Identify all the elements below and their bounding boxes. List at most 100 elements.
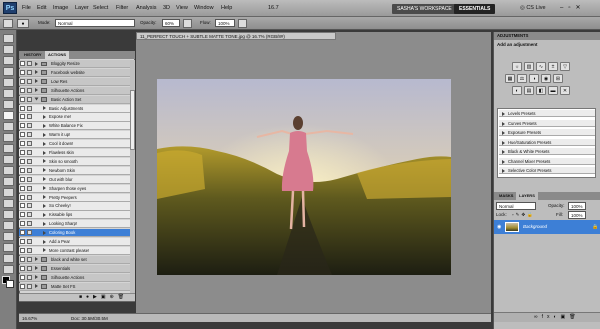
dialog-toggle[interactable] [27,141,32,147]
preset-row[interactable]: Curves Presets [499,119,595,127]
toggle-checkbox[interactable] [20,221,25,227]
window-controls[interactable]: –▫✕ [560,4,586,11]
blend-mode-select[interactable]: Normal [496,202,536,210]
expand-arrow-icon[interactable] [43,168,46,173]
action-row[interactable]: Add a Pear [19,238,130,247]
menu-window[interactable]: Window [194,5,214,11]
dialog-toggle[interactable] [27,247,32,253]
toggle-checkbox[interactable] [20,69,25,75]
actions-scrollbar[interactable] [130,60,135,293]
dialog-toggle[interactable] [27,132,32,138]
flow-field[interactable]: 100% [215,19,235,27]
eraser-tool-icon[interactable] [3,144,14,153]
action-set-row[interactable]: Basic Action Set [19,95,130,104]
status-zoom[interactable]: 16.67% [22,314,37,323]
menu-layer[interactable]: Layer [75,5,89,11]
opacity-field[interactable]: 60% [162,19,180,27]
action-row[interactable]: Newborn Skin [19,166,130,175]
marquee-tool-icon[interactable] [3,45,14,54]
toggle-checkbox[interactable] [20,265,25,271]
expand-arrow-icon[interactable] [43,132,46,137]
toggle-checkbox[interactable] [20,239,25,244]
preset-row[interactable]: Channel Mixer Presets [499,157,595,165]
action-set-row[interactable]: Silhouette Actions [19,86,130,95]
toggle-checkbox[interactable] [20,256,25,262]
hand-tool-icon[interactable] [3,254,14,263]
essentials-button[interactable]: ESSENTIALS [454,4,496,14]
hue-saturation-adjustment-icon[interactable]: ▦ [505,74,515,83]
levels-adjustment-icon[interactable]: ▥ [524,62,534,71]
expand-arrow-icon[interactable] [43,106,46,110]
expand-arrow-icon[interactable] [43,141,46,146]
dialog-toggle[interactable] [27,283,32,289]
dialog-toggle[interactable] [27,96,32,102]
action-row[interactable]: Basic Adjustments [19,104,130,113]
dialog-toggle[interactable] [27,274,32,280]
posterize-adjustment-icon[interactable]: ▤ [524,86,534,95]
healing-brush-tool-icon[interactable] [3,100,14,109]
toggle-checkbox[interactable] [20,203,25,209]
brightness-adjustment-icon[interactable]: ☼ [512,62,522,71]
action-row[interactable]: More contrast please! [19,246,130,256]
3d-rotate-tool-icon[interactable] [3,232,14,241]
document-tab[interactable]: 11_PERFECT TOUCH + SUBTLE MATTE TONE.jpg… [136,32,336,40]
preset-row[interactable]: Hue/Saturation Presets [499,138,595,146]
action-set-row[interactable]: Silhouette Actions [19,273,130,282]
gradient-tool-icon[interactable] [3,155,14,164]
dialog-toggle[interactable] [27,194,32,200]
dialog-toggle[interactable] [27,239,32,244]
action-row[interactable]: Warm it up! [19,131,130,140]
threshold-adjustment-icon[interactable]: ◧ [536,86,546,95]
expand-arrow-icon[interactable] [43,248,46,253]
expand-arrow-icon[interactable] [34,97,39,101]
action-set-row[interactable]: Bloggity Resize [19,60,130,69]
dialog-toggle[interactable] [27,256,32,262]
dialog-toggle[interactable] [27,212,32,218]
pressure-opacity-icon[interactable] [183,19,192,28]
toggle-checkbox[interactable] [20,158,25,164]
menu-filter[interactable]: Filter [116,5,128,11]
dodge-tool-icon[interactable] [3,177,14,186]
action-row[interactable]: Cool it down! [19,140,130,149]
move-tool-icon[interactable] [3,34,14,43]
menu-image[interactable]: Image [53,5,68,11]
dialog-toggle[interactable] [27,167,32,173]
expand-arrow-icon[interactable] [43,203,46,208]
toggle-checkbox[interactable] [20,176,25,182]
toggle-checkbox[interactable] [20,141,25,147]
expand-arrow-icon[interactable] [43,212,46,217]
exposure-adjustment-icon[interactable]: ± [548,62,558,71]
workspace-button[interactable]: SASHA'S WORKSPACE [392,4,457,14]
dialog-toggle[interactable] [27,69,32,75]
fill-field[interactable]: 100% [568,211,586,219]
toggle-checkbox[interactable] [20,96,25,102]
3d-orbit-tool-icon[interactable] [3,243,14,252]
brush-tool-icon[interactable] [3,19,13,28]
tab-history[interactable]: HISTORY [21,51,45,59]
action-row[interactable]: Flawless skin [19,149,130,158]
gradient-map-adjustment-icon[interactable]: ▬ [548,86,558,95]
toggle-checkbox[interactable] [20,123,25,129]
pen-tool-icon[interactable] [3,188,14,197]
brush-size-icon[interactable]: ● [17,19,29,28]
blur-tool-icon[interactable] [3,166,14,175]
photo-canvas[interactable] [157,79,451,275]
expand-arrow-icon[interactable] [43,114,46,119]
toggle-checkbox[interactable] [20,230,25,236]
expand-arrow-icon[interactable] [43,177,46,182]
dialog-toggle[interactable] [27,176,32,182]
expand-arrow-icon[interactable] [43,186,46,191]
expand-arrow-icon[interactable] [43,221,46,226]
action-row[interactable]: White Balance Fix [19,122,130,131]
dialog-toggle[interactable] [27,87,32,93]
menu-select[interactable]: Select [93,5,108,11]
tab-masks[interactable]: MASKS [496,192,516,200]
type-tool-icon[interactable] [3,199,14,208]
action-row[interactable]: Out with blur [19,175,130,184]
menu-help[interactable]: Help [221,5,232,11]
actions-footer-icons[interactable]: ■●▶▣⊕🗑 [19,293,135,301]
history-brush-tool-icon[interactable] [3,133,14,142]
toggle-checkbox[interactable] [20,194,25,200]
toggle-checkbox[interactable] [20,274,25,280]
lock-icons[interactable]: ▫✎✥🔒 [512,211,535,219]
